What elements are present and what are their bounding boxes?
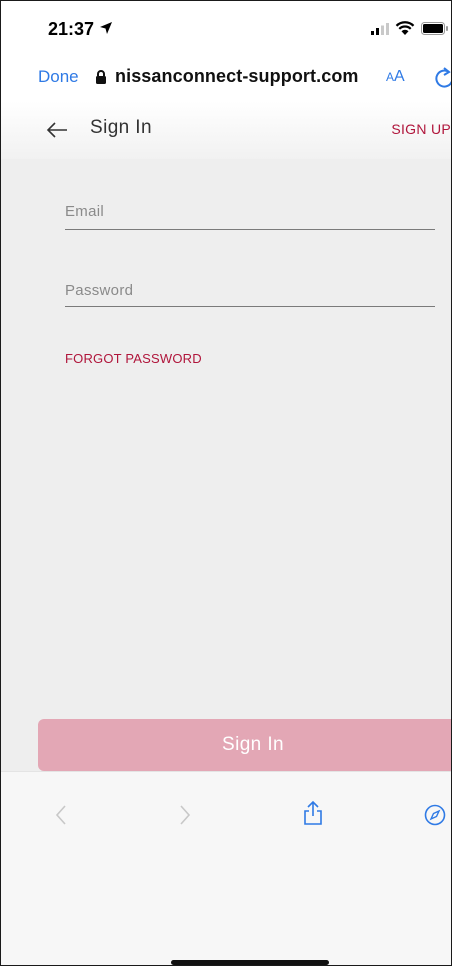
status-time: 21:37: [48, 19, 95, 39]
url-domain[interactable]: nissanconnect-support.com: [115, 66, 359, 87]
home-indicator: [171, 960, 329, 965]
page-title: Sign In: [90, 117, 152, 138]
password-underline: [65, 306, 435, 307]
compass-icon[interactable]: [424, 804, 446, 826]
password-field[interactable]: Password: [65, 282, 435, 307]
email-field[interactable]: Email: [65, 203, 435, 230]
email-underline: [65, 229, 435, 230]
signup-link[interactable]: SIGN UP: [391, 121, 451, 137]
location-arrow-icon: [100, 22, 112, 34]
done-button[interactable]: Done: [38, 67, 79, 87]
phone-frame: 21:37 Done nissanconnect-support.com AA …: [0, 0, 452, 966]
signal-icon: [371, 23, 389, 35]
email-placeholder: Email: [65, 203, 105, 220]
reload-icon[interactable]: [435, 65, 452, 91]
page-header: Sign In SIGN UP: [1, 101, 451, 159]
text-size-large: A: [394, 68, 405, 85]
password-placeholder: Password: [65, 282, 134, 299]
status-bar: 21:37: [1, 1, 451, 57]
share-icon[interactable]: [303, 800, 323, 826]
text-size-small: A: [386, 70, 395, 84]
browser-url-bar: Done nissanconnect-support.com AA: [1, 57, 451, 101]
battery-icon: [421, 22, 448, 35]
arrow-left-icon[interactable]: [45, 121, 69, 139]
sign-in-button[interactable]: Sign In: [38, 719, 451, 771]
chevron-left-icon[interactable]: [55, 804, 67, 826]
forgot-password-link[interactable]: FORGOT PASSWORD: [65, 351, 202, 366]
browser-toolbar: [1, 771, 451, 965]
lock-icon: [96, 70, 106, 84]
page-content: Sign In SIGN UP Email Password FORGOT PA…: [1, 101, 451, 821]
chevron-right-icon[interactable]: [179, 804, 191, 826]
text-size-button[interactable]: AA: [386, 68, 405, 86]
wifi-icon: [395, 21, 415, 35]
